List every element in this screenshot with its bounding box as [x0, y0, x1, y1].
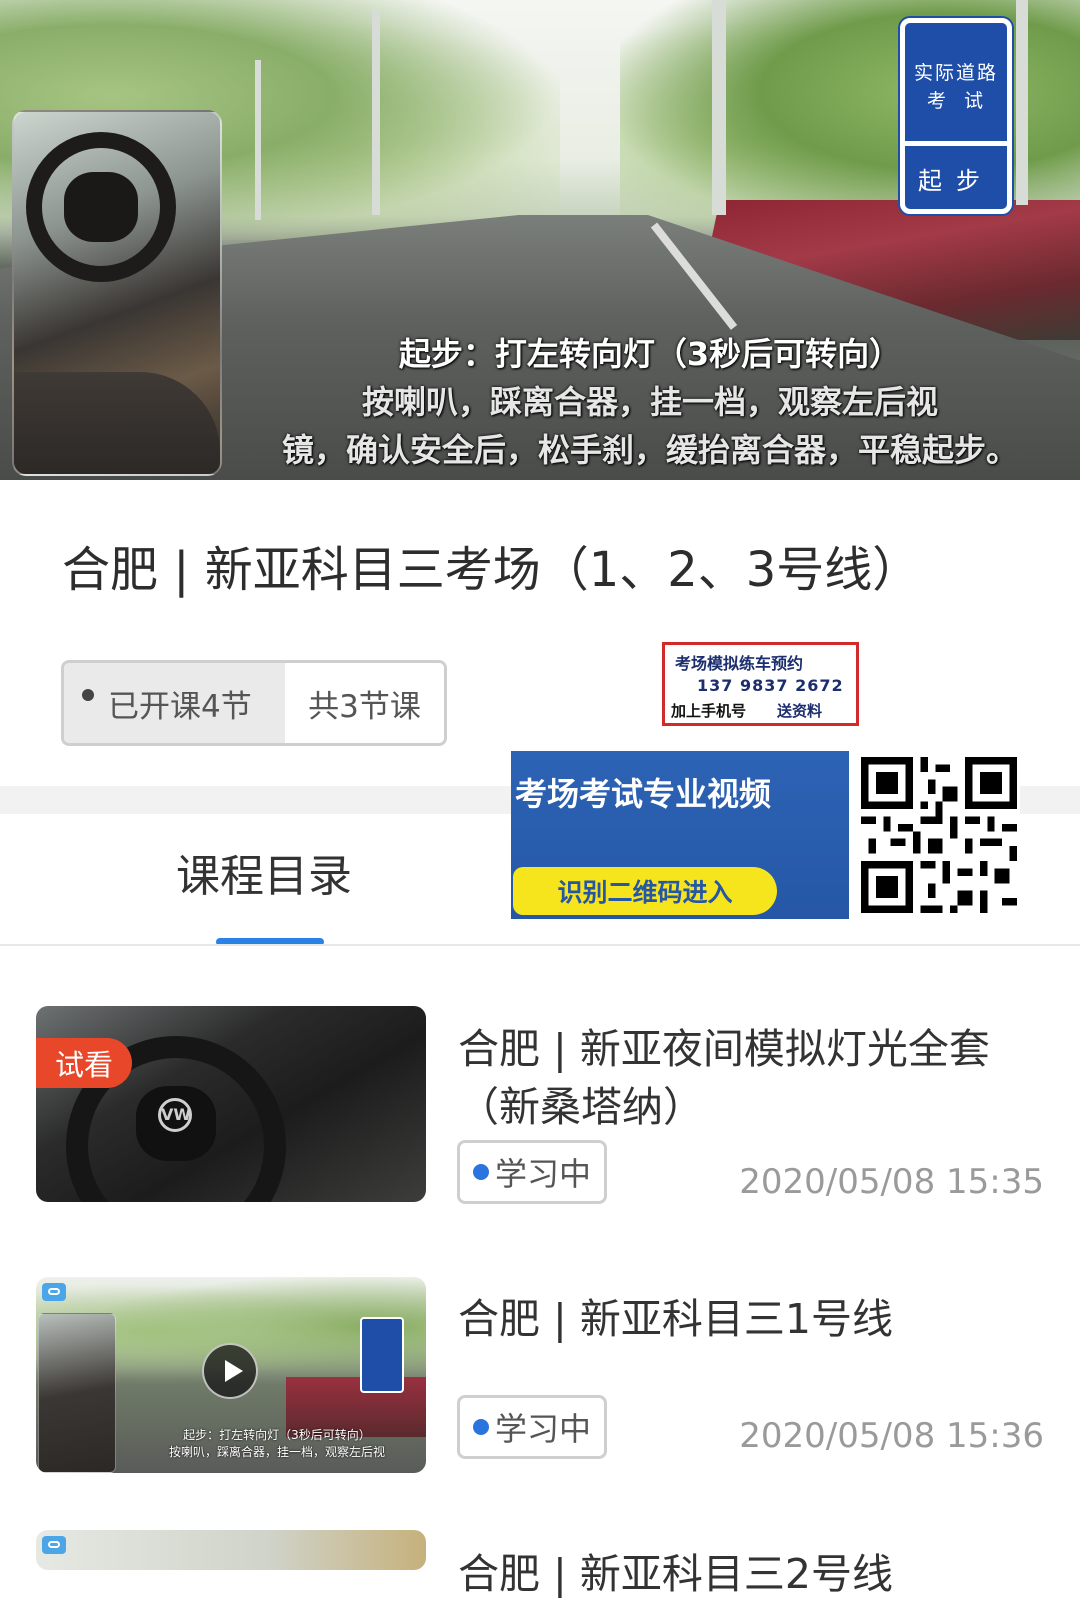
- promo-headline: 考场模拟练车预约: [675, 654, 804, 673]
- street-pole: [1016, 0, 1028, 205]
- subtitle-line-2: 按喇叭，踩离合器，挂一档，观察左后视: [361, 383, 938, 421]
- lesson-title[interactable]: 合肥 | 新亚夜间模拟灯光全套（新桑塔纳）: [458, 1020, 1058, 1136]
- video-player[interactable]: 起步：打左转向灯（3秒后可转向） 按喇叭，踩离合器，挂一档，观察左后视 镜，确认…: [0, 0, 1080, 480]
- subtitle-line-3: 镜，确认安全后，松手刹，缓抬离合器，平稳起步。: [281, 431, 1018, 469]
- sign-divider: [905, 141, 1007, 146]
- driver-camera-inset: [12, 110, 222, 476]
- cloud-icon: [42, 1536, 66, 1554]
- opened-lessons: 已开课4节: [64, 663, 285, 743]
- steering-hub: [64, 172, 138, 242]
- vw-logo-icon: VW: [158, 1098, 192, 1132]
- status-dot-icon: [472, 1164, 489, 1180]
- sign-top-text: 实际道路考 试: [913, 62, 998, 112]
- trial-badge: 试看: [36, 1038, 132, 1088]
- status-dot-icon: [472, 1419, 489, 1435]
- street-pole: [712, 0, 726, 215]
- banner-headline: 考场考试专业视频: [515, 775, 772, 813]
- status-badge: 学习中: [457, 1140, 607, 1204]
- practice-booking-ad[interactable]: 考场模拟练车预约 137 9837 2672 加上手机号 送资料: [662, 642, 859, 726]
- play-icon[interactable]: [202, 1343, 258, 1399]
- mini-road-sign: [360, 1317, 404, 1393]
- lesson-title[interactable]: 合肥 | 新亚科目三1号线: [458, 1290, 1058, 1348]
- street-pole: [372, 10, 380, 215]
- thumbnail-subtitle-line-1: 起步：打左转向灯（3秒后可转向）: [183, 1428, 371, 1442]
- lesson-thumbnail[interactable]: [36, 1530, 426, 1570]
- status-label: 学习中: [494, 1410, 591, 1448]
- course-title: 合肥 | 新亚科目三考场（1、2、3号线）: [62, 542, 921, 598]
- street-pole: [255, 60, 261, 220]
- bullet-dot: [82, 689, 94, 701]
- sign-bottom-text: 起步: [918, 167, 994, 195]
- promo-phone: 137 9837 2672: [697, 676, 844, 695]
- lesson-timestamp: 2020/05/08 15:35: [739, 1162, 1044, 1202]
- lesson-thumbnail[interactable]: VW: [36, 1006, 426, 1202]
- qr-code-icon: [861, 757, 1017, 913]
- lesson-title[interactable]: 合肥 | 新亚科目三2号线: [458, 1540, 893, 1600]
- thumbnail-subtitle-line-2: 按喇叭，踩离合器，挂一档，观察左后视: [168, 1445, 385, 1459]
- driver-camera-inset: [38, 1313, 116, 1473]
- status-badge: 学习中: [457, 1395, 607, 1459]
- lesson-count-pill: 已开课4节 共3节课: [61, 660, 447, 746]
- subtitle-line-1: 起步：打左转向灯（3秒后可转向）: [398, 335, 902, 373]
- tab-divider: [0, 944, 1080, 946]
- exam-video-banner[interactable]: 考场考试专业视频 识别二维码进入: [511, 751, 1020, 919]
- promo-gift: 送资料: [777, 702, 823, 720]
- total-lessons: 共3节课: [285, 663, 444, 743]
- opened-lessons-label: 已开课4节: [108, 688, 252, 725]
- scan-qr-button[interactable]: 识别二维码进入: [513, 867, 777, 915]
- thumbnail-subtitle: 起步：打左转向灯（3秒后可转向） 按喇叭，踩离合器，挂一档，观察左后视: [132, 1427, 422, 1461]
- tab-course-catalog[interactable]: 课程目录: [176, 840, 352, 904]
- lesson-thumbnail[interactable]: 起步：打左转向灯（3秒后可转向） 按喇叭，踩离合器，挂一档，观察左后视: [36, 1277, 426, 1473]
- road-test-sign: 实际道路考 试 起步: [900, 18, 1012, 214]
- lesson-timestamp: 2020/05/08 15:36: [739, 1416, 1044, 1456]
- video-subtitle: 起步：打左转向灯（3秒后可转向） 按喇叭，踩离合器，挂一档，观察左后视 镜，确认…: [230, 330, 1070, 476]
- driver-arm: [14, 372, 220, 474]
- status-label: 学习中: [494, 1155, 591, 1193]
- promo-add-phone: 加上手机号: [671, 702, 747, 720]
- cloud-icon: [42, 1283, 66, 1301]
